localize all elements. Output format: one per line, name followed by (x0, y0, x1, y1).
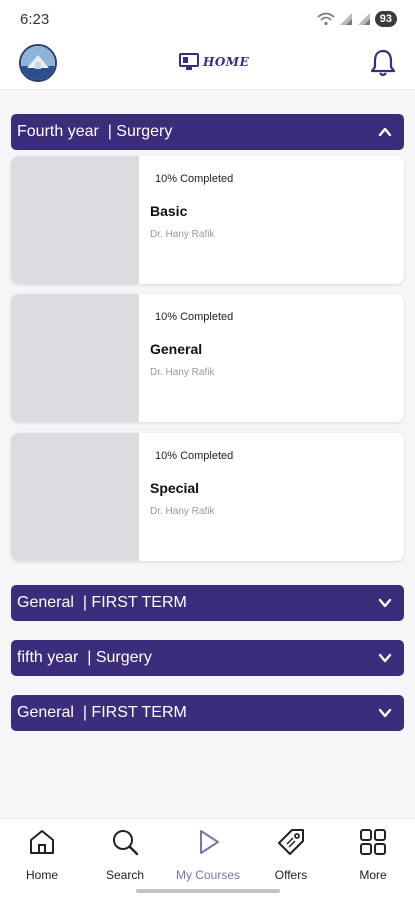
accordion-title: General | FIRST TERM (17, 704, 187, 721)
search-icon (113, 830, 139, 856)
accordion-title: General | FIRST TERM (17, 594, 187, 611)
course-card-special[interactable]: 10% Completed Special Dr. Hany Rafik (11, 433, 404, 561)
monitor-logo-icon (179, 53, 199, 70)
nav-home[interactable]: Home (2, 827, 82, 882)
course-progress: 10% Completed (155, 450, 234, 462)
accordion-general-first-term[interactable]: General | FIRST TERM (11, 585, 404, 621)
app-logo: HOME (179, 53, 249, 71)
bottom-nav: Home Search My Courses Offers More (0, 818, 415, 900)
chevron-down-icon (378, 708, 392, 718)
course-thumbnail (11, 156, 139, 284)
nav-label: Search (105, 868, 145, 882)
course-progress: 10% Completed (155, 311, 234, 323)
chevron-up-icon (378, 127, 392, 137)
status-time: 6:23 (20, 10, 50, 28)
nav-offers[interactable]: Offers (251, 827, 331, 882)
tag-icon (278, 829, 304, 855)
course-thumbnail (11, 433, 139, 561)
course-instructor: Dr. Hany Rafik (150, 367, 215, 378)
grid-icon (360, 829, 386, 855)
accordion-general-first-term-2[interactable]: General | FIRST TERM (11, 695, 404, 731)
nav-search[interactable]: Search (85, 827, 165, 882)
nav-label: Home (25, 868, 58, 882)
accordion-title: fifth year | Surgery (17, 649, 152, 666)
course-title: Special (150, 480, 200, 496)
app-header: HOME (0, 38, 415, 90)
nav-my-courses[interactable]: My Courses (168, 827, 248, 882)
chevron-down-icon (378, 653, 392, 663)
accordion-fourth-year-surgery[interactable]: Fourth year | Surgery (11, 114, 404, 150)
logo-text: HOME (203, 55, 250, 69)
course-instructor: Dr. Hany Rafik (150, 506, 215, 517)
play-icon (200, 830, 219, 854)
bell-icon[interactable] (369, 48, 397, 78)
course-thumbnail (11, 294, 139, 422)
nav-label: My Courses (175, 868, 240, 882)
accordion-title: Fourth year | Surgery (17, 123, 173, 140)
home-indicator[interactable] (136, 889, 280, 893)
home-icon (30, 830, 54, 854)
course-instructor: Dr. Hany Rafik (150, 229, 215, 240)
course-card-general[interactable]: 10% Completed General Dr. Hany Rafik (11, 294, 404, 422)
avatar[interactable] (19, 44, 57, 82)
course-title: General (150, 341, 203, 357)
course-progress: 10% Completed (155, 173, 234, 185)
status-bar: 6:23 93 (0, 0, 415, 38)
signal-icon-2 (357, 13, 370, 25)
signal-icon (339, 13, 352, 25)
battery-indicator: 93 (374, 11, 397, 27)
status-icons: 93 (317, 11, 397, 27)
wifi-icon (317, 12, 335, 26)
nav-more[interactable]: More (333, 827, 413, 882)
accordion-fifth-year-surgery[interactable]: fifth year | Surgery (11, 640, 404, 676)
course-card-basic[interactable]: 10% Completed Basic Dr. Hany Rafik (11, 156, 404, 284)
nav-label: More (359, 868, 387, 882)
chevron-down-icon (378, 598, 392, 608)
nav-label: Offers (274, 868, 308, 882)
course-title: Basic (150, 203, 188, 219)
